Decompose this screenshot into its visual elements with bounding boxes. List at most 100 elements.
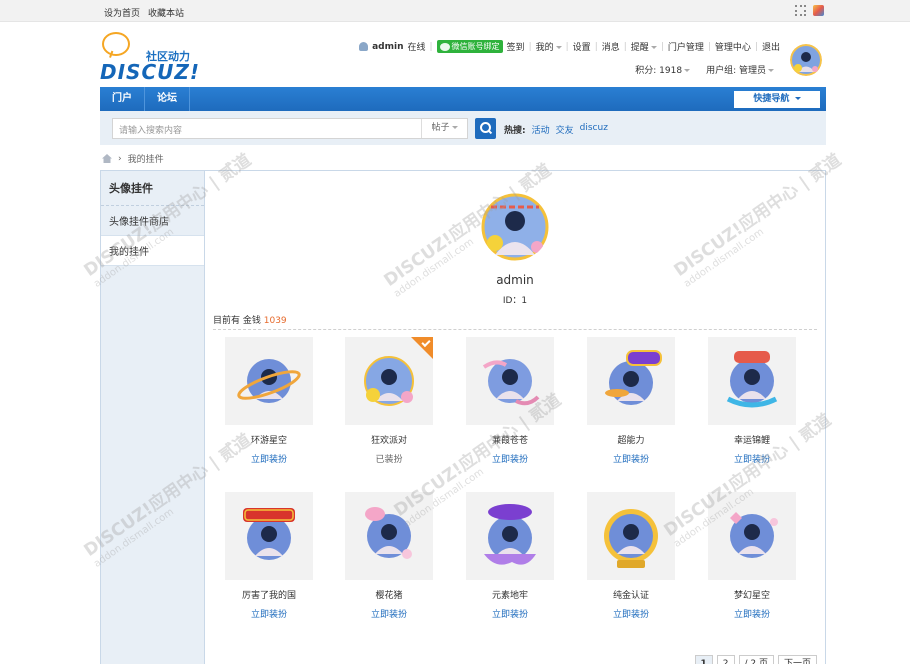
pendant-thumbnail[interactable]: [225, 492, 313, 580]
reminders-link[interactable]: 提醒: [631, 40, 657, 53]
search-type-label: 帖子: [431, 123, 450, 133]
divider: |: [528, 41, 532, 52]
pendant-equip-button[interactable]: 立即装扮: [581, 452, 681, 465]
credits-menu[interactable]: 积分: 1918: [635, 63, 691, 76]
money-label: 目前有 金钱: [213, 316, 261, 326]
user-icon: [359, 42, 369, 51]
logout-link[interactable]: 退出: [762, 40, 780, 53]
search-bar: 请输入搜索内容 帖子 热搜: 活动 交友 discuz: [100, 111, 826, 145]
divider: |: [754, 41, 758, 52]
pendant-equip-button[interactable]: 立即装扮: [460, 607, 560, 620]
my-menu-label: 我的: [535, 43, 554, 53]
divider: |: [660, 41, 664, 52]
username-link[interactable]: admin: [372, 42, 403, 52]
hot-search-label: 热搜:: [504, 126, 526, 136]
hot-tag[interactable]: discuz: [580, 123, 608, 136]
usergroup-menu[interactable]: 用户组: 管理员: [706, 63, 774, 76]
pendant-name: 超能力: [617, 436, 645, 446]
add-favorite-link[interactable]: 收藏本站: [148, 6, 184, 19]
chevron-down-icon: [684, 69, 691, 72]
nav-item-portal[interactable]: 门户: [100, 87, 145, 111]
my-menu-link[interactable]: 我的: [536, 40, 562, 53]
main-nav: 门户 论坛 快捷导航: [100, 87, 826, 111]
pendant-thumbnail[interactable]: [587, 337, 675, 425]
pendant-thumbnail[interactable]: [466, 337, 554, 425]
pendant-card: 樱花猪 立即装扮: [339, 492, 439, 632]
wechat-bind-button[interactable]: 微信账号绑定: [436, 40, 503, 53]
chevron-down-icon: [794, 97, 801, 100]
usergroup-label: 用户组: 管理员: [706, 66, 766, 76]
search-button[interactable]: [475, 118, 496, 139]
pendant-thumbnail[interactable]: [708, 337, 796, 425]
section-divider: [213, 329, 817, 330]
pendant-name: 狂欢派对: [370, 436, 407, 446]
pendant-thumbnail[interactable]: [587, 492, 675, 580]
pendant-equip-button[interactable]: 立即装扮: [581, 607, 681, 620]
pendant-card: 元素地牢 立即装扮: [460, 492, 560, 632]
profile-avatar: [481, 193, 549, 261]
logo-wordmark: DISCUZ!: [100, 60, 200, 84]
breadcrumb: › 我的挂件: [102, 152, 164, 165]
content-panel: 头像挂件 头像挂件商店 我的挂件 admin ID：1 目前有 金钱 1039: [100, 170, 826, 664]
pendant-thumbnail[interactable]: [708, 492, 796, 580]
user-stats: 积分: 1918 用户组: 管理员: [635, 63, 774, 76]
divider: |: [565, 41, 569, 52]
page-1-button[interactable]: 1: [694, 655, 713, 664]
breadcrumb-current: 我的挂件: [127, 155, 164, 165]
pendant-card: 超能力 立即装扮: [581, 337, 681, 477]
divider: |: [623, 41, 627, 52]
quick-nav-button[interactable]: 快捷导航: [734, 91, 820, 108]
sidebar: 头像挂件 头像挂件商店 我的挂件: [101, 171, 205, 664]
pendant-name: 梦幻星空: [733, 591, 770, 601]
checkin-link[interactable]: 签到: [507, 40, 525, 53]
chevron-down-icon: [768, 69, 774, 72]
header-avatar[interactable]: [790, 44, 822, 76]
pendant-card: 纯金认证 立即装扮: [581, 492, 681, 632]
pendant-thumbnail[interactable]: [345, 337, 433, 425]
search-type-select[interactable]: 帖子: [421, 119, 467, 138]
nav-item-forum[interactable]: 论坛: [145, 87, 190, 111]
hot-tag[interactable]: 活动: [532, 123, 550, 136]
messages-link[interactable]: 消息: [602, 40, 620, 53]
divider: |: [429, 41, 433, 52]
settings-link[interactable]: 设置: [573, 40, 591, 53]
search-placeholder: 请输入搜索内容: [119, 126, 183, 136]
next-page-button[interactable]: 下一页: [777, 655, 817, 664]
pendant-name: 纯金认证: [612, 591, 649, 601]
pendant-equip-button[interactable]: 立即装扮: [702, 452, 802, 465]
portal-admin-link[interactable]: 门户管理: [668, 40, 704, 53]
pendant-equip-button[interactable]: 立即装扮: [339, 607, 439, 620]
admin-center-link[interactable]: 管理中心: [715, 40, 751, 53]
logo-bubble-icon: [102, 32, 130, 56]
pendant-thumbnail[interactable]: [345, 492, 433, 580]
wechat-bind-label: 微信账号绑定: [451, 42, 500, 51]
theme-color-icon[interactable]: [813, 5, 824, 16]
pendant-card: 梦幻星空 立即装扮: [702, 492, 802, 632]
pendant-equip-button[interactable]: 立即装扮: [702, 607, 802, 620]
breadcrumb-separator: ›: [118, 153, 122, 164]
profile-card: admin ID：1: [205, 193, 825, 306]
pendant-card: 狂欢派对 已装扮: [339, 337, 439, 477]
site-logo[interactable]: 社区动力 DISCUZ!: [100, 30, 210, 84]
fullscreen-icon[interactable]: [795, 5, 806, 16]
pendant-name: 厉害了我的国: [241, 591, 296, 601]
search-input[interactable]: 请输入搜索内容 帖子: [112, 118, 468, 139]
pendant-card: 环游星空 立即装扮: [219, 337, 319, 477]
credits-label: 积分: 1918: [635, 66, 683, 76]
pendant-name: 元素地牢: [491, 591, 528, 601]
set-homepage-link[interactable]: 设为首页: [104, 6, 140, 19]
sidebar-item-my-pendants[interactable]: 我的挂件: [101, 236, 204, 266]
page-2-button[interactable]: 2: [716, 655, 735, 664]
page-total: / 2 页: [738, 655, 774, 664]
pendant-thumbnail[interactable]: [225, 337, 313, 425]
sidebar-item-pendant-store[interactable]: 头像挂件商店: [101, 206, 204, 236]
pagination: 1 2 / 2 页 下一页: [694, 655, 817, 664]
quick-nav-label: 快捷导航: [753, 94, 790, 104]
pendant-equip-button[interactable]: 立即装扮: [219, 452, 319, 465]
home-icon[interactable]: [102, 154, 112, 163]
user-toolbar: admin 在线 | 微信账号绑定 签到 | 我的 | 设置 | 消息 | 提醒…: [359, 40, 780, 53]
pendant-equip-button[interactable]: 立即装扮: [219, 607, 319, 620]
pendant-equip-button[interactable]: 立即装扮: [460, 452, 560, 465]
pendant-thumbnail[interactable]: [466, 492, 554, 580]
hot-tag[interactable]: 交友: [556, 123, 574, 136]
